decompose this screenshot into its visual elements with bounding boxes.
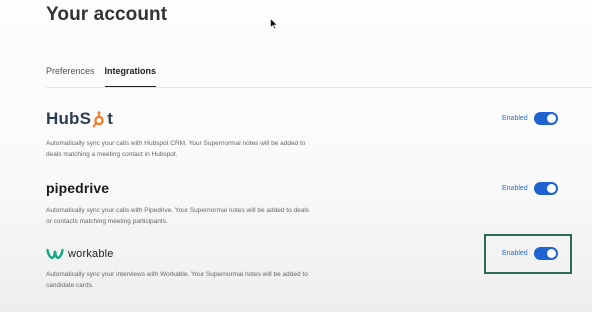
workable-w-icon (46, 248, 64, 259)
hubspot-status-label: Enabled (502, 115, 528, 122)
toggle-knob (546, 114, 556, 123)
tab-integrations[interactable]: Integrations (104, 66, 157, 88)
hubspot-description: Automatically sync your calls with Hubsp… (46, 140, 306, 158)
workable-logo-text: workable (68, 248, 114, 260)
hubspot-logo-text-left: HubS (46, 109, 92, 128)
hubspot-sprocket-icon (92, 110, 104, 127)
pipedrive-status-label: Enabled (502, 185, 528, 192)
hubspot-logo-text-right: t (107, 109, 114, 128)
hubspot-enabled-toggle[interactable] (533, 112, 558, 125)
pipedrive-enabled-toggle[interactable] (533, 182, 558, 195)
hubspot-status: Enabled (502, 112, 558, 125)
highlight-box (484, 234, 572, 274)
page-title: Your account (46, 4, 168, 25)
mouse-cursor-icon (270, 18, 278, 30)
pipedrive-status: Enabled (502, 182, 558, 195)
account-page: Your account Preferences Integrations Hu… (0, 0, 592, 312)
account-tabs: Preferences Integrations (46, 66, 157, 88)
pipedrive-description: Automatically sync your calls with Piped… (46, 207, 310, 225)
tab-preferences[interactable]: Preferences (46, 66, 95, 88)
pipedrive-logo-text: pipedrive (46, 180, 110, 196)
integration-pipedrive: pipedrive Automatically sync your calls … (46, 177, 592, 227)
toggle-knob (546, 184, 556, 193)
workable-description: Automatically sync your interviews with … (46, 271, 308, 289)
tabs-divider (46, 87, 592, 88)
integration-hubspot: HubS t Automatically sync your calls wit… (46, 108, 592, 160)
